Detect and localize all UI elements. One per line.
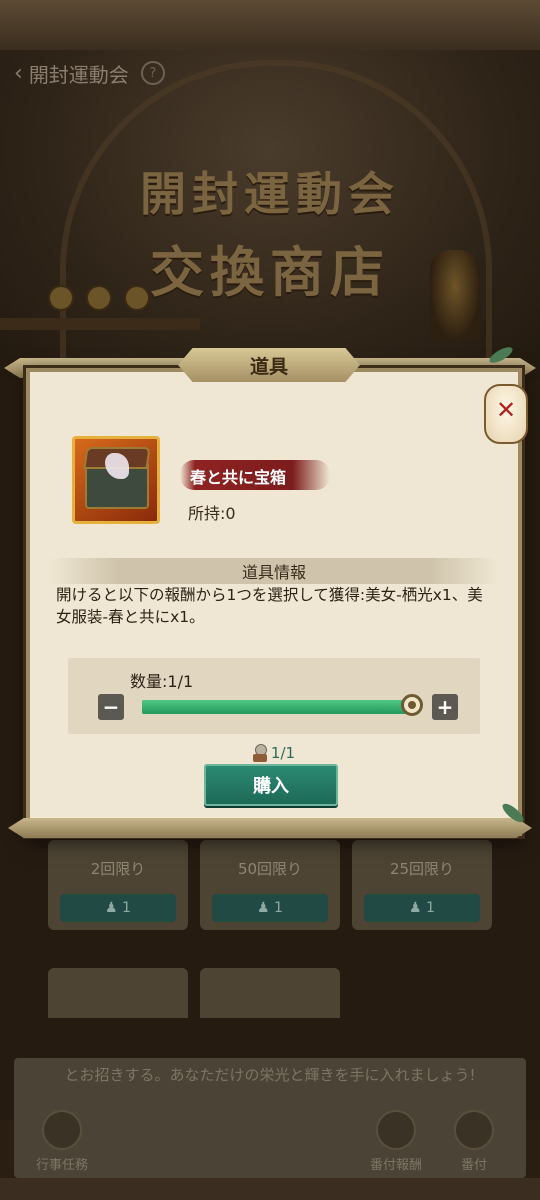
coin-icon: ♟ bbox=[105, 900, 123, 916]
price-text: 1/1 bbox=[270, 744, 296, 762]
owned-count: 所持:0 bbox=[188, 504, 236, 523]
coin-icon: ♟ bbox=[409, 900, 427, 916]
lantern-mark: ✕ bbox=[495, 396, 517, 424]
shop-card-price-button[interactable]: ♟ 1 bbox=[60, 894, 176, 922]
back-button[interactable]: ‹ 開封運動会 ? bbox=[14, 58, 165, 88]
increase-quantity-button[interactable]: + bbox=[432, 694, 458, 720]
shop-card[interactable] bbox=[200, 968, 340, 1018]
tab-ranking-rewards[interactable]: 番付報酬 bbox=[366, 1110, 426, 1173]
shop-card[interactable]: 25回限り ♟ 1 bbox=[352, 840, 492, 930]
quantity-slider-fill bbox=[142, 700, 412, 714]
item-info-title: 道具情報 bbox=[241, 563, 306, 582]
decrease-quantity-button[interactable]: − bbox=[98, 694, 124, 720]
event-description-text: とお招きする。あなただけの栄光と輝きを手に入れましょう! bbox=[64, 1066, 476, 1084]
medal-icon bbox=[48, 285, 74, 311]
top-bar-decoration bbox=[0, 0, 540, 50]
shop-title-line1: 開封運動会 bbox=[140, 167, 400, 221]
shop-card[interactable]: 2回限り ♟ 1 bbox=[48, 840, 188, 930]
tab-event-tasks[interactable]: 行事任務 bbox=[32, 1110, 92, 1173]
dialog-title-tab: 道具 bbox=[178, 348, 360, 382]
quantity-label: 数量:1/1 bbox=[130, 672, 194, 691]
shop-card-limit: 2回限り bbox=[90, 860, 146, 878]
shop-card-limit: 25回限り bbox=[389, 860, 455, 878]
buy-button[interactable]: 購入 bbox=[204, 764, 338, 806]
question-circle-icon[interactable]: ? bbox=[140, 61, 165, 85]
lantern-icon: ✕ bbox=[484, 384, 528, 444]
shop-card-limit: 50回限り bbox=[237, 860, 303, 878]
back-title: 開封運動会 bbox=[28, 62, 129, 87]
medal-icon bbox=[86, 285, 112, 311]
buy-button-label: 購入 bbox=[253, 776, 289, 797]
medal-icon bbox=[124, 285, 150, 311]
chevron-left-icon: ‹ bbox=[14, 60, 23, 86]
bottom-bar-decoration bbox=[0, 1178, 540, 1200]
modal-bottom-rail bbox=[8, 818, 532, 838]
tab-label: 番付 bbox=[460, 1158, 487, 1173]
minus-icon: − bbox=[102, 695, 120, 719]
price-row: 1/1 bbox=[30, 742, 518, 764]
plus-icon: + bbox=[436, 695, 454, 719]
coin-icon: ♟ bbox=[257, 900, 275, 916]
shop-card-price-button[interactable]: ♟ 1 bbox=[212, 894, 328, 922]
trophy-shelf bbox=[0, 318, 200, 330]
treasure-chest-icon bbox=[72, 436, 160, 524]
item-detail-dialog: 春と共に宝箱 所持:0 道具情報 開けると以下の報酬から1つを選択して獲得:美女… bbox=[26, 368, 522, 836]
scroll-icon bbox=[42, 1110, 82, 1150]
reward-icon bbox=[376, 1110, 416, 1150]
tab-ranking[interactable]: 番付 bbox=[444, 1110, 504, 1173]
ranking-icon bbox=[454, 1110, 494, 1150]
item-info-header: 道具情報 bbox=[50, 558, 498, 584]
quantity-panel: 数量:1/1 − + bbox=[68, 658, 480, 734]
tab-label: 行事任務 bbox=[35, 1158, 88, 1173]
shop-card-price: 1 bbox=[122, 900, 131, 916]
dialog-title: 道具 bbox=[249, 355, 288, 378]
trophy-icon bbox=[430, 250, 480, 340]
shop-card-price-button[interactable]: ♟ 1 bbox=[364, 894, 480, 922]
shop-card[interactable] bbox=[48, 968, 188, 1018]
coin-icon bbox=[252, 744, 267, 762]
quantity-slider-handle[interactable] bbox=[401, 694, 423, 716]
item-name: 春と共に宝箱 bbox=[190, 468, 287, 487]
item-description: 開けると以下の報酬から1つを選択して獲得:美女-栖光x1、美女服装-春と共にx1… bbox=[56, 586, 483, 626]
shop-card-price: 1 bbox=[274, 900, 283, 916]
shop-card[interactable]: 50回限り ♟ 1 bbox=[200, 840, 340, 930]
shop-card-price: 1 bbox=[426, 900, 435, 916]
quantity-slider[interactable] bbox=[142, 694, 423, 716]
tab-label: 番付報酬 bbox=[369, 1158, 422, 1173]
